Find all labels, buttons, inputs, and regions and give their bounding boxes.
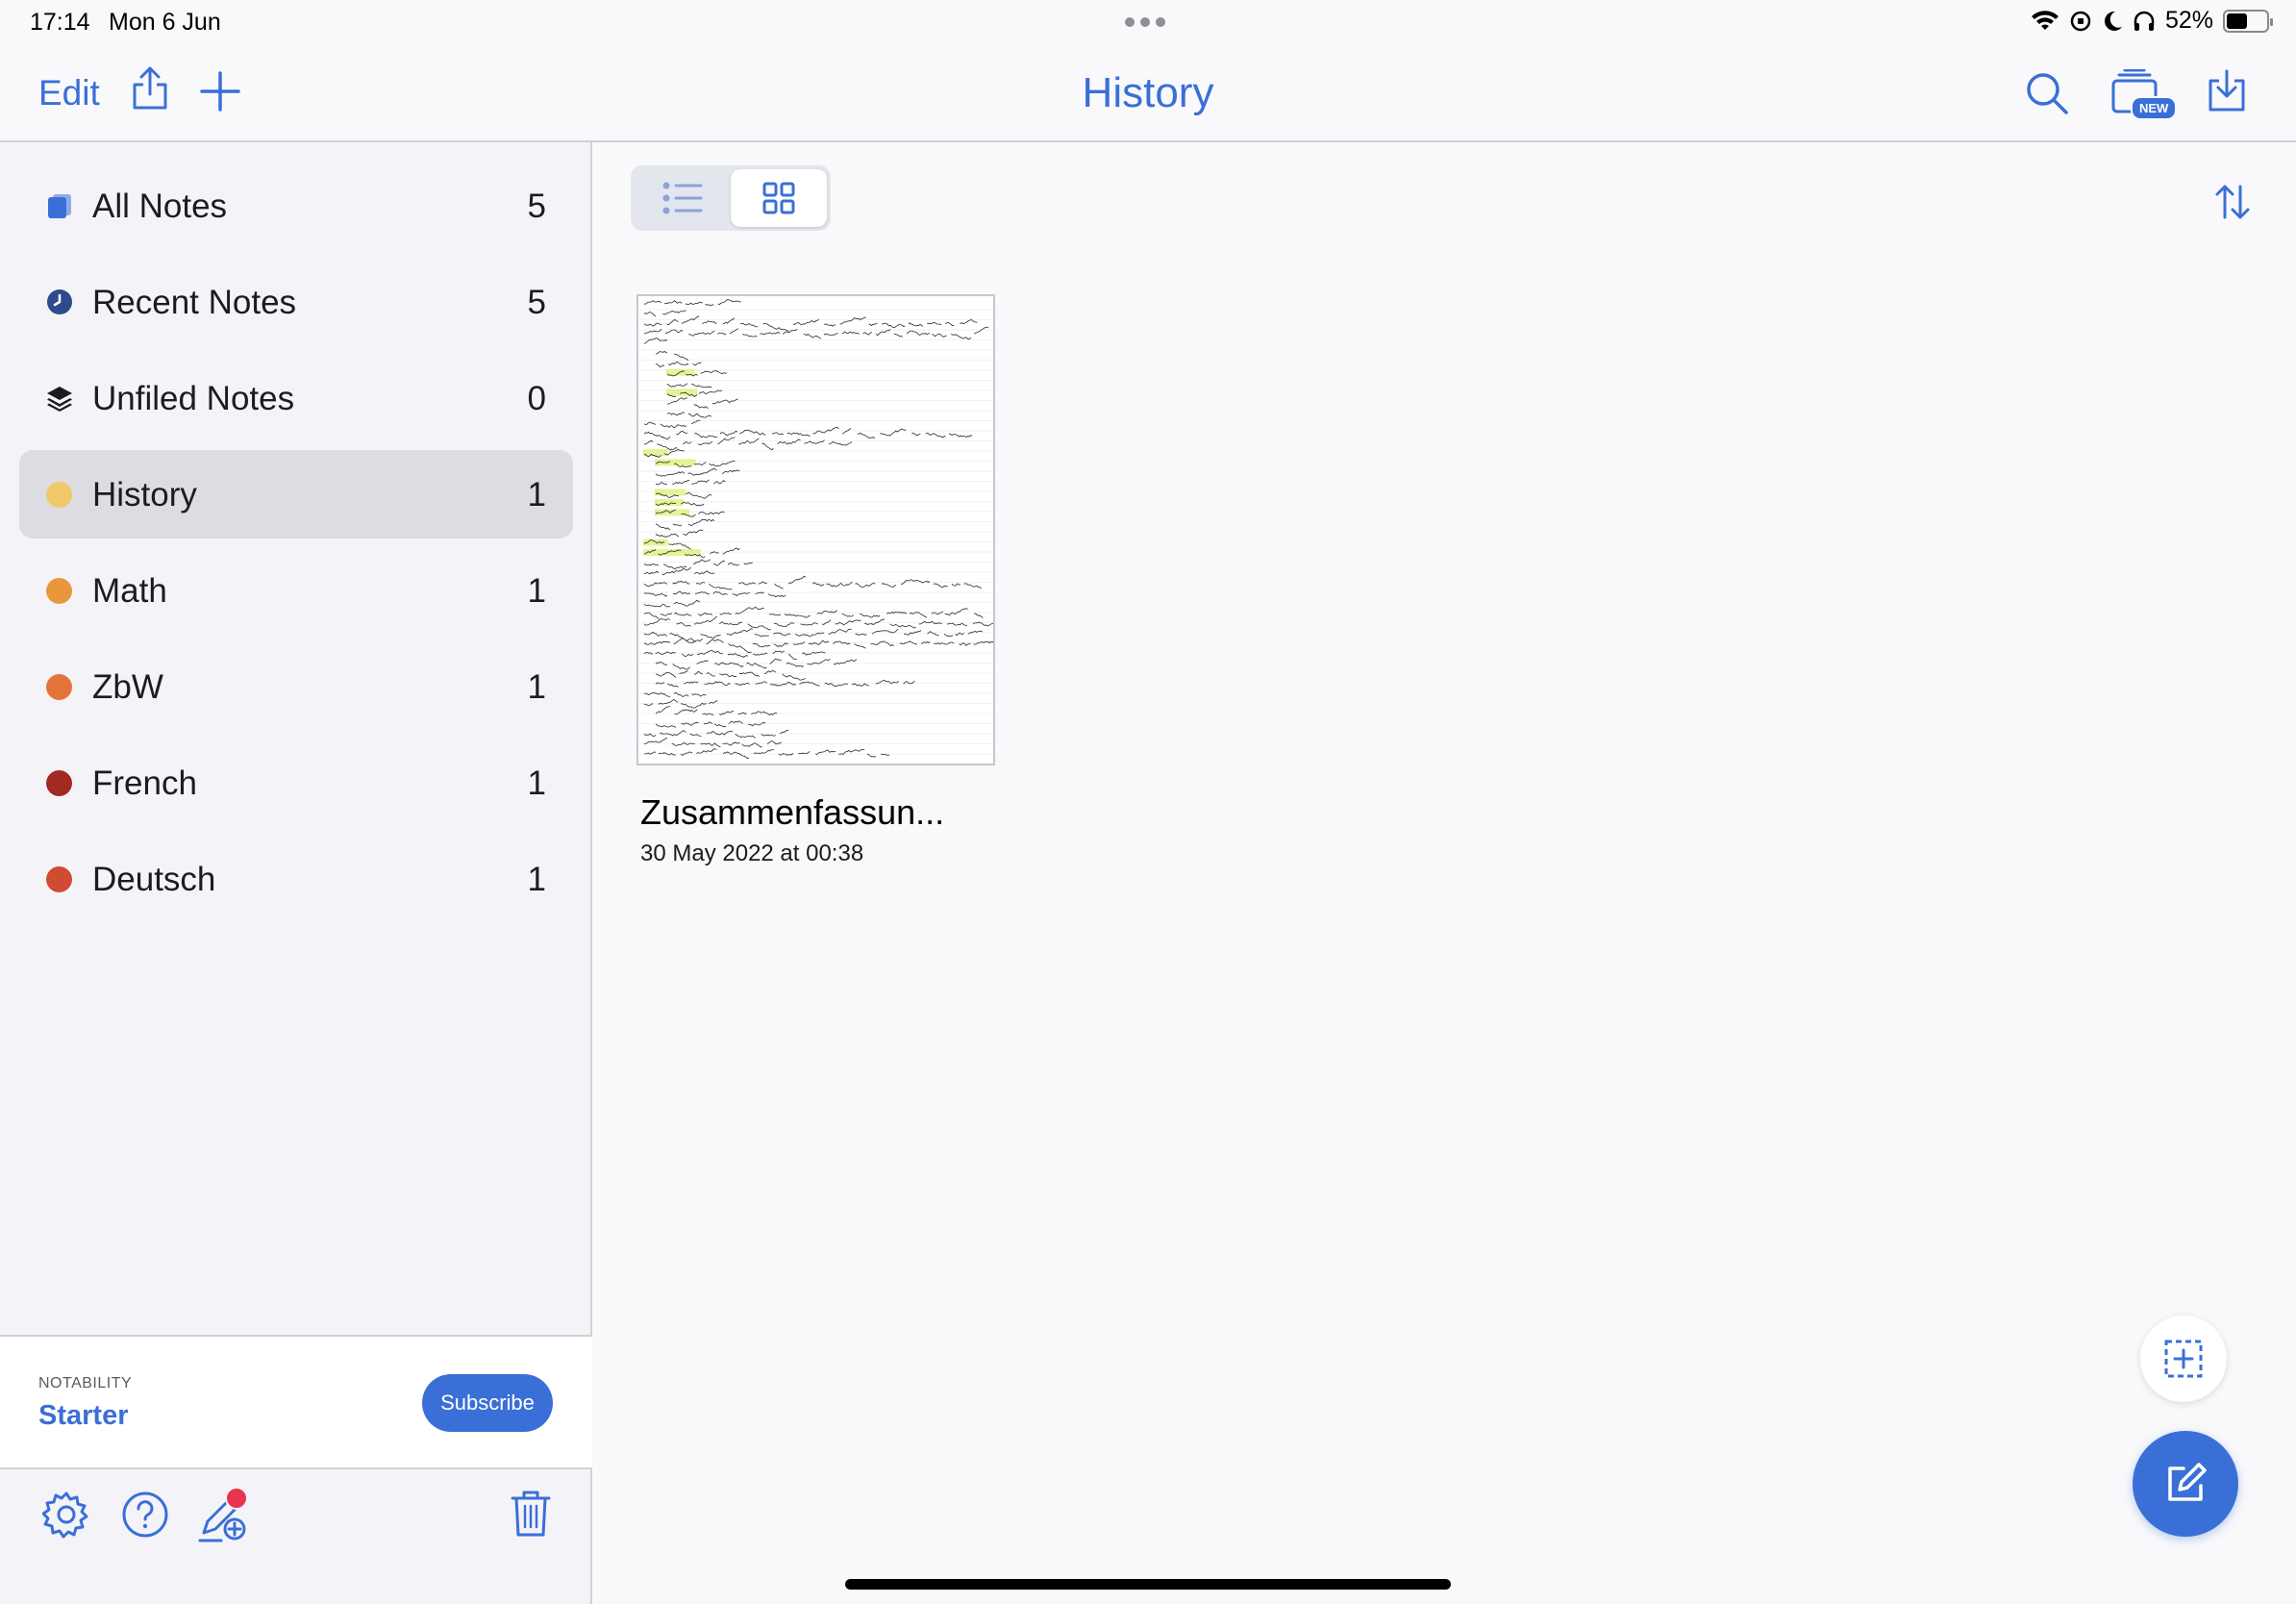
sidebar-item-unfiled-notes[interactable]: Unfiled Notes 0 [19,354,573,442]
sidebar-item-deutsch[interactable]: Deutsch 1 [19,835,573,923]
sidebar-item-count: 1 [527,861,546,898]
gallery-button[interactable]: NEW [2109,68,2178,123]
sidebar-item-math[interactable]: Math 1 [19,546,573,635]
import-icon[interactable] [2208,67,2246,113]
subject-color-dot [46,578,72,604]
sidebar-item-label: All Notes [92,188,228,225]
wifi-icon [2031,10,2059,30]
sidebar-item-label: Unfiled Notes [92,380,295,417]
sidebar-item-count: 5 [527,188,546,225]
scan-document-button[interactable] [2140,1316,2227,1402]
sidebar-item-all-notes[interactable]: All Notes 5 [19,162,573,250]
navigation-bar: Edit History NEW [0,44,2296,142]
plan-name: Starter [38,1400,129,1431]
note-thumbnail [636,294,995,765]
sidebar-item-french[interactable]: French 1 [19,739,573,827]
clock-icon [47,289,72,314]
multitasking-dots[interactable] [1125,17,1165,27]
all-notes-icon [48,194,71,218]
new-note-button[interactable] [2133,1431,2238,1537]
subject-color-dot [46,482,72,508]
sidebar-item-count: 0 [527,380,546,417]
grid-icon [762,182,795,214]
grid-view-button[interactable] [731,169,827,227]
subscribe-button[interactable]: Subscribe [422,1374,553,1432]
note-title: Zusammenfassun... [640,792,945,832]
add-icon[interactable] [199,70,241,113]
compose-icon [2168,1463,2207,1501]
sidebar-item-label: Deutsch [92,861,216,898]
sidebar-item-zbw[interactable]: ZbW 1 [19,642,573,731]
notification-dot [225,1487,248,1510]
sidebar-item-label: French [92,764,197,802]
headphones-icon [2134,11,2155,31]
status-bar: 17:14 Mon 6 Jun 52% [0,0,2296,44]
subject-color-dot [46,770,72,796]
status-date: Mon 6 Jun [109,9,221,36]
sidebar-item-count: 5 [527,284,546,321]
sidebar-item-label: Math [92,572,167,610]
share-icon[interactable] [130,65,170,112]
help-icon[interactable] [121,1491,169,1539]
edit-button[interactable]: Edit [38,73,100,113]
subject-color-dot [46,674,72,700]
sidebar-item-count: 1 [527,668,546,706]
note-date: 30 May 2022 at 00:38 [640,840,864,866]
battery-icon [2223,9,2273,33]
status-time: 17:14 [30,9,90,36]
whats-new-button[interactable] [196,1487,254,1544]
plan-banner: NOTABILITY Starter Subscribe [0,1335,592,1469]
notes-area: Zusammenfassun... 30 May 2022 at 00:38 [594,142,2296,1604]
sidebar-item-count: 1 [527,476,546,514]
handwritten-page-preview [638,299,993,760]
sidebar-item-label: Recent Notes [92,284,297,321]
sidebar: All Notes 5 Recent Notes 5 Unfiled Notes… [0,142,592,1604]
new-badge: NEW [2131,96,2178,120]
list-icon [662,182,703,214]
sidebar-item-history[interactable]: History 1 [19,450,573,539]
gear-icon[interactable] [42,1491,90,1539]
sidebar-item-label: ZbW [92,668,163,706]
sidebar-item-count: 1 [527,572,546,610]
sidebar-item-label: History [92,476,197,514]
status-indicators: 52% [2031,7,2273,35]
orientation-lock-icon [2070,11,2091,31]
subject-color-dot [46,866,72,892]
page-title: History [1082,69,1214,116]
sidebar-item-recent-notes[interactable]: Recent Notes 5 [19,258,573,346]
stack-icon [47,387,72,412]
note-card[interactable]: Zusammenfassun... 30 May 2022 at 00:38 [636,294,1002,867]
list-view-button[interactable] [635,169,731,227]
battery-fill [2227,13,2247,29]
view-mode-toggle [631,165,831,231]
scan-icon [2164,1340,2203,1378]
home-indicator[interactable] [845,1579,1451,1590]
sidebar-item-count: 1 [527,764,546,802]
plan-brand: NOTABILITY [38,1375,133,1391]
sort-icon[interactable] [2213,183,2252,221]
trash-icon[interactable] [510,1489,552,1539]
battery-percent: 52% [2164,7,2213,34]
moon-icon [2104,11,2122,31]
search-icon[interactable] [2025,71,2069,115]
